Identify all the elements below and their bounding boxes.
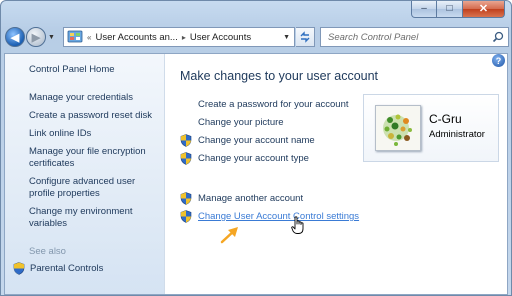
task-create-password[interactable]: Create a password for your account [198, 99, 349, 110]
breadcrumb-separator-icon[interactable]: ▸ [178, 33, 190, 42]
task-label: Change your picture [198, 117, 284, 128]
task-change-account-name[interactable]: Change your account name [180, 134, 315, 147]
caption-buttons: – □ ✕ [411, 1, 505, 19]
close-button[interactable]: ✕ [463, 1, 505, 18]
user-account-card: C-Gru Administrator [363, 94, 499, 162]
minimize-button[interactable]: – [411, 1, 437, 18]
task-label: Manage another account [198, 193, 304, 204]
task-change-picture[interactable]: Change your picture [198, 117, 284, 128]
shield-icon [13, 262, 25, 275]
sidebar-item-encryption[interactable]: Manage your file encryption certificates [29, 146, 159, 170]
sidebar-item-environment-variables[interactable]: Change my environment variables [29, 206, 149, 230]
hand-cursor-icon [291, 216, 304, 234]
search-placeholder: Search Control Panel [328, 31, 419, 43]
uac-shield-icon [180, 134, 192, 147]
uac-shield-icon [180, 210, 192, 223]
annotation-arrow-icon [220, 227, 238, 244]
see-also-label: See also [29, 246, 66, 257]
task-change-uac-settings[interactable]: Change User Account Control settings [180, 210, 359, 223]
task-label: Change User Account Control settings [198, 211, 360, 222]
back-button[interactable]: ◀ [5, 27, 25, 47]
address-bar[interactable]: « User Accounts an... ▸ User Accounts ▼ [63, 27, 295, 47]
breadcrumb-item[interactable]: User Accounts [190, 32, 251, 43]
user-name: C-Gru [429, 112, 462, 126]
task-change-account-type[interactable]: Change your account type [180, 152, 309, 165]
overflow-chevron[interactable]: « [83, 33, 95, 42]
page-title: Make changes to your user account [180, 69, 379, 83]
sidebar-home-link[interactable]: Control Panel Home [29, 64, 115, 76]
address-dropdown-icon[interactable]: ▼ [283, 34, 290, 41]
task-label: Create a password for your account [198, 99, 349, 110]
uac-shield-icon [180, 192, 192, 205]
parental-controls-label: Parental Controls [30, 263, 104, 274]
task-label: Change your account type [198, 153, 309, 164]
content-area: Control Panel Home Manage your credentia… [4, 53, 508, 295]
back-arrow-icon: ◀ [10, 31, 20, 44]
help-icon[interactable]: ? [492, 54, 505, 67]
sidebar-item-online-ids[interactable]: Link online IDs [29, 128, 91, 140]
sidebar-item-profile-properties[interactable]: Configure advanced user profile properti… [29, 176, 149, 200]
control-panel-window: – □ ✕ ◀ ▶ ▼ « User Accounts an... ▸ User… [0, 0, 512, 296]
search-icon[interactable] [492, 31, 504, 43]
parental-controls-link[interactable]: Parental Controls [13, 262, 103, 275]
avatar-picture-icon [376, 106, 420, 150]
uac-shield-icon [180, 152, 192, 165]
user-role: Administrator [429, 129, 485, 140]
breadcrumb: « User Accounts an... ▸ User Accounts [83, 32, 251, 43]
main-panel: ? Make changes to your user account Crea… [165, 54, 507, 294]
task-sidebar: Control Panel Home Manage your credentia… [5, 54, 165, 294]
sidebar-item-credentials[interactable]: Manage your credentials [29, 92, 133, 104]
search-input[interactable]: Search Control Panel [320, 27, 509, 47]
refresh-icon [300, 31, 310, 43]
refresh-button[interactable] [296, 27, 315, 47]
sidebar-item-reset-disk[interactable]: Create a password reset disk [29, 110, 152, 122]
task-manage-another-account[interactable]: Manage another account [180, 192, 303, 205]
maximize-button[interactable]: □ [437, 1, 463, 18]
forward-arrow-icon: ▶ [31, 31, 41, 44]
navigation-bar: ◀ ▶ ▼ « User Accounts an... ▸ User Accou… [5, 25, 509, 49]
task-label: Change your account name [198, 135, 315, 146]
recent-pages-dropdown[interactable]: ▼ [48, 34, 56, 41]
avatar[interactable] [375, 105, 421, 151]
control-panel-icon [67, 30, 83, 44]
forward-button[interactable]: ▶ [26, 27, 46, 47]
breadcrumb-item[interactable]: User Accounts an... [95, 32, 177, 43]
